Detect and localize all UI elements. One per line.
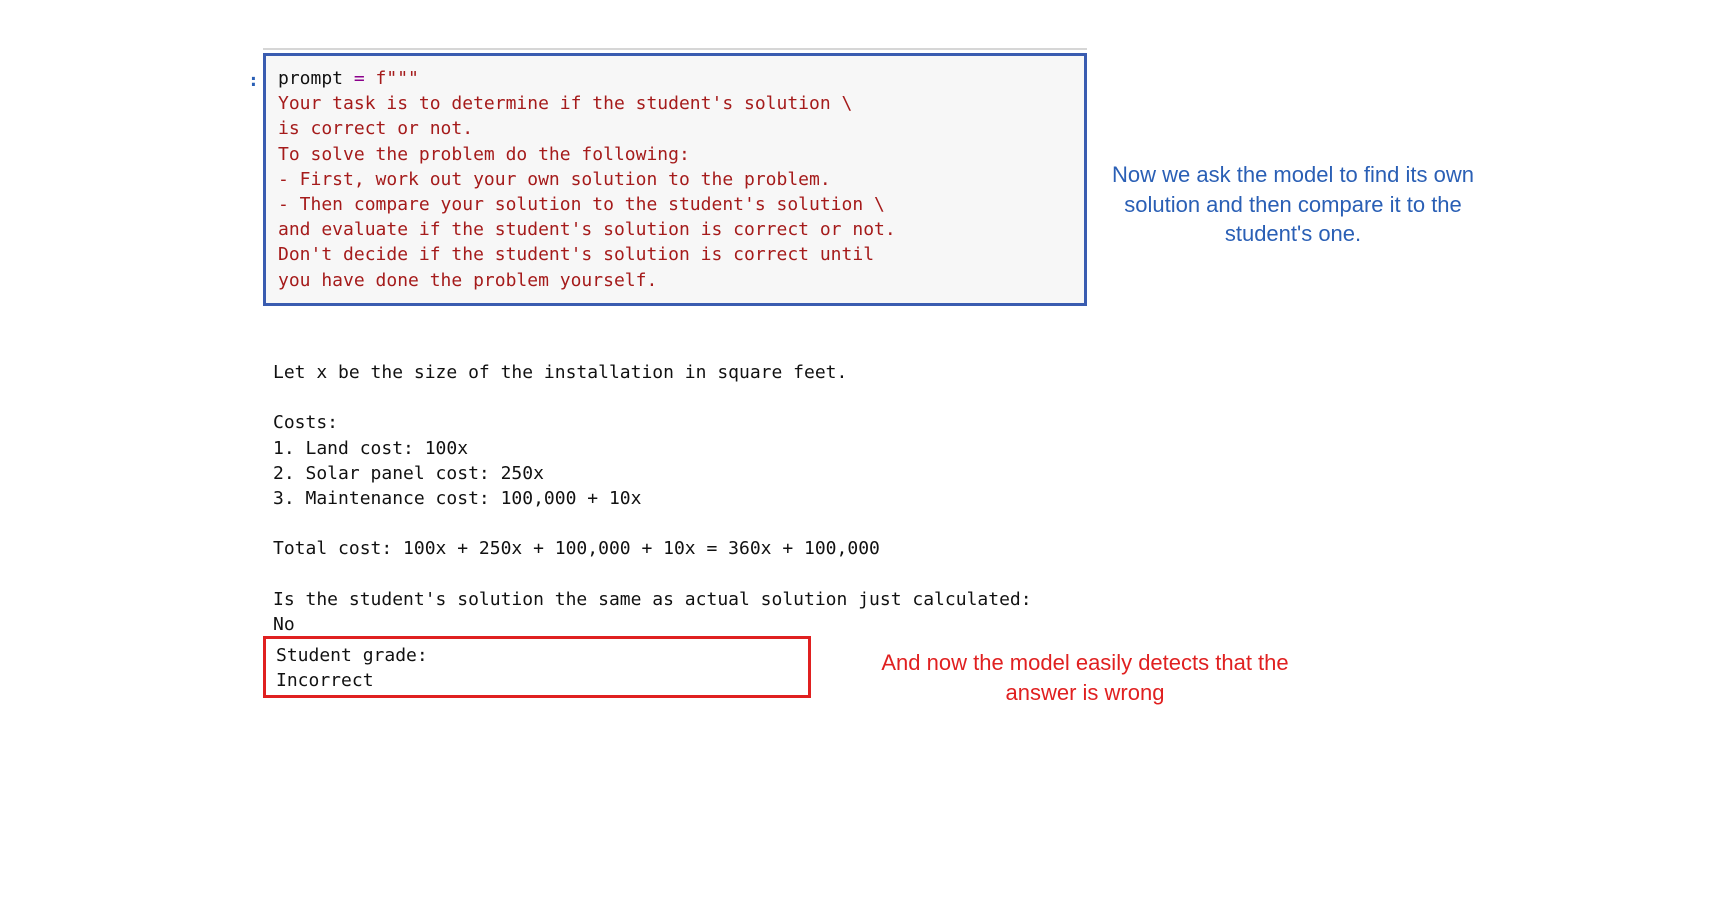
output-line: Costs: [273, 412, 338, 433]
annotation-top: Now we ask the model to find its own sol… [1108, 160, 1478, 249]
fstring-prefix: f""" [376, 68, 419, 89]
output-cell: Let x be the size of the installation in… [273, 360, 1093, 637]
code-variable: prompt [278, 68, 354, 89]
annotation-bottom: And now the model easily detects that th… [870, 648, 1300, 707]
prompt-line: - First, work out your own solution to t… [278, 169, 831, 190]
output-line: Total cost: 100x + 250x + 100,000 + 10x … [273, 538, 880, 559]
prompt-line: and evaluate if the student's solution i… [278, 219, 896, 240]
prompt-line: Your task is to determine if the student… [278, 93, 852, 114]
prompt-line: - Then compare your solution to the stud… [278, 194, 885, 215]
output-line: 2. Solar panel cost: 250x [273, 463, 544, 484]
code-cell[interactable]: prompt = f""" Your task is to determine … [263, 53, 1087, 306]
output-line: No [273, 614, 295, 635]
prompt-line: To solve the problem do the following: [278, 144, 690, 165]
output-line: 3. Maintenance cost: 100,000 + 10x [273, 488, 641, 509]
prompt-line: is correct or not. [278, 118, 473, 139]
grade-label: Student grade: [276, 645, 428, 666]
prompt-line: Don't decide if the student's solution i… [278, 244, 874, 265]
code-operator: = [354, 68, 376, 89]
cell-top-border [263, 48, 1087, 50]
output-line: 1. Land cost: 100x [273, 438, 468, 459]
input-marker: : [248, 70, 259, 91]
output-line: Is the student's solution the same as ac… [273, 589, 1032, 610]
grade-value: Incorrect [276, 670, 374, 691]
prompt-line: you have done the problem yourself. [278, 270, 657, 291]
output-line: Let x be the size of the installation in… [273, 362, 847, 383]
grade-box: Student grade: Incorrect [263, 636, 811, 698]
